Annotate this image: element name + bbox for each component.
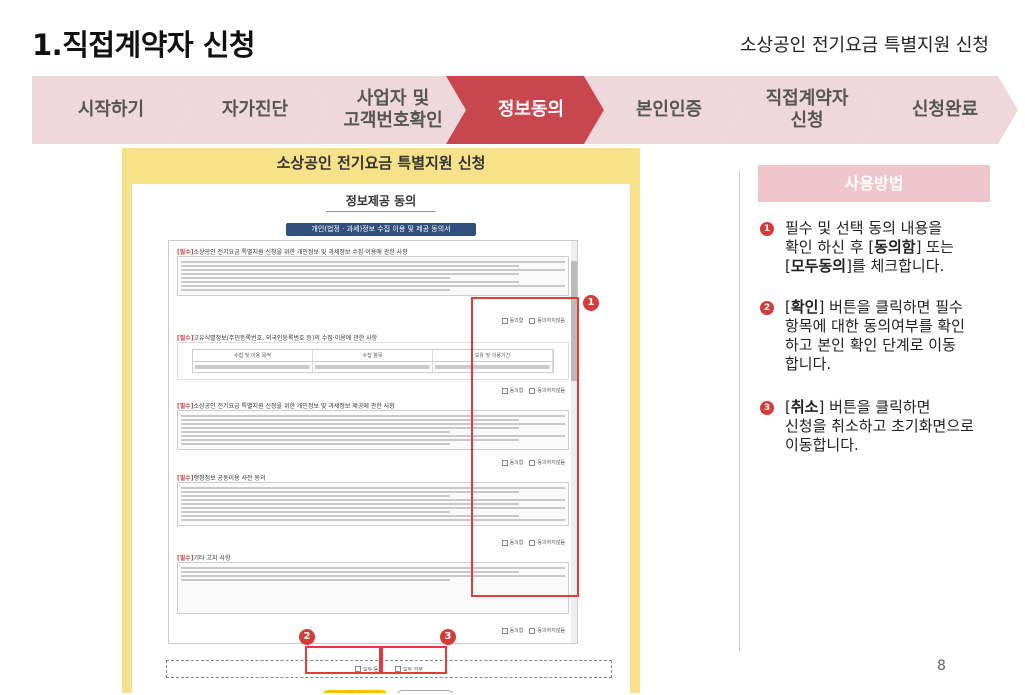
howto-text: 필수 및 선택 동의 내용을 확인 하신 후 [동의함] 또는 [모두동의]를 …: [785, 219, 954, 275]
callout-badge-1: 1: [583, 295, 599, 311]
howto-item-1: 1 필수 및 선택 동의 내용을 확인 하신 후 [동의함] 또는 [모두동의]…: [760, 219, 1000, 276]
screenshot-title: 소상공인 전기요금 특별지원 신청: [276, 154, 486, 172]
step-1: 시작하기: [32, 76, 190, 144]
section-body: [177, 256, 569, 296]
howto-text: [확인] 버튼을 클릭하면 필수 항목에 대한 동의여부를 확인 하고 본인 확…: [785, 298, 965, 373]
page-title: 1.직접계약자 신청: [32, 28, 256, 62]
confirm-button[interactable]: 확인: [322, 690, 388, 693]
step-2: 자가진단: [170, 76, 328, 144]
step-label: 정보동의: [497, 99, 565, 120]
step-number-badge: 1: [760, 222, 774, 236]
callout-badge-2: 2: [299, 629, 315, 645]
section-heading: [필수]소상공인 전기요금 특별지원 신청을 위한 개인정보 및 과세정보 수집…: [177, 249, 408, 256]
step-progress-bar: 시작하기 자가진단 사업자 및 고객번호확인 정보동의 본인인증 직접계약자 신청 신청완료: [32, 76, 1018, 144]
step-label: 사업자 및 고객번호확인: [343, 88, 443, 131]
vertical-divider: [739, 170, 740, 652]
step-number-badge: 2: [760, 301, 774, 315]
step-label: 직접계약자 신청: [765, 88, 849, 131]
howto-item-3: 3 [취소] 버튼을 클릭하면 신청을 취소하고 초기화면으로 이동합니다.: [760, 398, 1000, 455]
step-label: 신청완료: [911, 99, 979, 120]
page-number: 8: [937, 658, 946, 674]
consent-section-1: [필수]소상공인 전기요금 특별지원 신청을 위한 개인정보 및 과세정보 수집…: [177, 247, 569, 296]
step-7: 신청완료: [860, 76, 1018, 144]
agree-column-highlight: [471, 297, 579, 597]
callout-badge-3: 3: [440, 629, 456, 645]
consent-banner: 개인(법정 · 과세)정보 수집 이용 및 제공 동의서: [286, 223, 476, 236]
step-4: 정보동의: [446, 76, 604, 144]
step-3: 사업자 및 고객번호확인: [308, 76, 466, 144]
agree-row-5: 동의함 동의하지않음: [501, 627, 565, 634]
title-underline: [326, 211, 436, 212]
cancel-highlight: [381, 646, 447, 674]
step-label: 자가진단: [221, 99, 289, 120]
howto-title: 사용방법: [758, 165, 990, 202]
howto-text: [취소] 버튼을 클릭하면 신청을 취소하고 초기화면으로 이동합니다.: [785, 398, 974, 454]
agree-checkbox[interactable]: 동의함: [501, 627, 523, 634]
disagree-checkbox[interactable]: 동의하지않음: [529, 627, 565, 634]
step-label: 본인인증: [635, 99, 703, 120]
confirm-highlight: [305, 646, 381, 674]
step-6: 직접계약자 신청: [722, 76, 880, 144]
page-subtitle: 소상공인 전기요금 특별지원 신청: [739, 35, 989, 56]
step-number-badge: 3: [760, 401, 774, 415]
howto-item-2: 2 [확인] 버튼을 클릭하면 필수 항목에 대한 동의여부를 확인 하고 본인…: [760, 298, 1000, 374]
cancel-button[interactable]: 취소: [396, 690, 454, 693]
step-5: 본인인증: [584, 76, 742, 144]
step-label: 시작하기: [77, 99, 145, 120]
consent-doc-title: 정보제공 동의: [345, 194, 417, 208]
